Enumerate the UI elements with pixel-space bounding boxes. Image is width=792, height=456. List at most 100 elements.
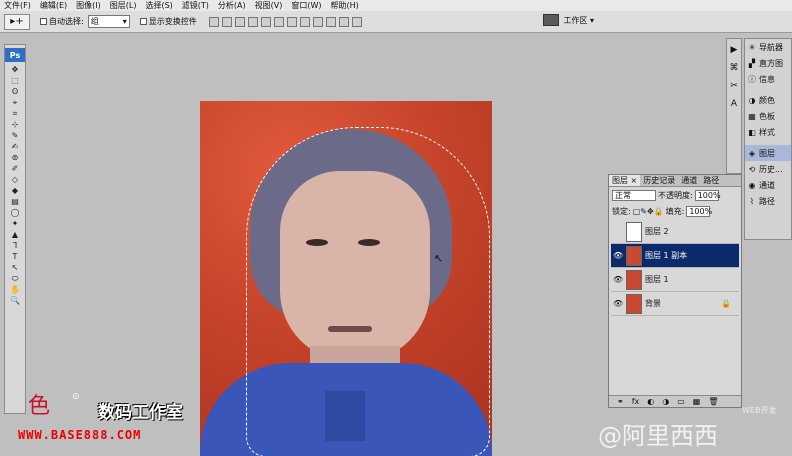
menu-item[interactable]: 图层(L) xyxy=(110,0,137,11)
dock-icon[interactable]: ▶ xyxy=(727,43,741,57)
panel-tab[interactable]: 通道 xyxy=(678,175,700,186)
tool-icon[interactable]: ⬭ xyxy=(5,273,25,284)
workspace-switcher[interactable]: 工作区 ▾ xyxy=(543,14,594,26)
layers-footer-icon[interactable]: ◑ xyxy=(662,397,669,406)
menu-item[interactable]: 选择(S) xyxy=(145,0,172,11)
watermark: @阿里西西 xyxy=(598,422,718,450)
tool-icon[interactable]: Ꞁ xyxy=(5,240,25,251)
chevron-down-icon: ▾ xyxy=(122,17,127,26)
visibility-eye-icon[interactable]: 👁 xyxy=(613,299,623,308)
layers-footer-icon[interactable]: ◐ xyxy=(647,397,654,406)
show-transform-checkbox[interactable]: 显示变换控件 xyxy=(139,16,197,27)
dock-item-channels[interactable]: ◉ 通道 xyxy=(745,177,791,193)
move-tool-icon[interactable]: ▸+ xyxy=(4,13,30,30)
menu-item[interactable]: 文件(F) xyxy=(4,0,31,11)
align-bottom-icon[interactable] xyxy=(234,16,245,27)
distribute-right-icon[interactable] xyxy=(351,16,362,27)
tool-icon[interactable]: ⊚ xyxy=(5,152,25,163)
tool-icon[interactable]: ⊹ xyxy=(5,119,25,130)
dock-label: 历史... xyxy=(759,164,783,174)
tool-icon[interactable]: ✦ xyxy=(5,218,25,229)
panel-tab[interactable]: 图层 × xyxy=(609,175,641,186)
workspace-label[interactable]: 工作区 ▾ xyxy=(563,15,594,26)
tool-icon[interactable]: ✐ xyxy=(5,163,25,174)
dock-item-navigator[interactable]: ✳ 导航器 xyxy=(745,39,791,55)
menu-item[interactable]: 分析(A) xyxy=(218,0,246,11)
checkbox-box[interactable] xyxy=(40,18,47,25)
auto-select-checkbox[interactable]: 自动选择: xyxy=(40,16,84,27)
tool-icon[interactable]: ◆ xyxy=(5,185,25,196)
panel-dock: ✳ 导航器 ▞ 直方图 ⓘ 信息 ◑ 颜色 ▦ 色板 ◧ 样式 ◈ 图层 ⟲ 历史... ◉ 通道… xyxy=(744,38,792,240)
layers-footer-icon[interactable]: ⚭ xyxy=(617,397,624,406)
tool-icon[interactable]: ʘ xyxy=(5,86,25,97)
distribute-left-icon[interactable] xyxy=(325,16,336,27)
distribute-top-icon[interactable] xyxy=(286,16,297,27)
tool-icon[interactable]: ✋ xyxy=(5,284,25,295)
visibility-eye-icon[interactable]: 👁 xyxy=(613,275,623,284)
align-left-icon[interactable] xyxy=(247,16,258,27)
menu-item[interactable]: 帮助(H) xyxy=(331,0,359,11)
distribute-vcenter-icon[interactable] xyxy=(299,16,310,27)
layers-footer-icon[interactable]: ▦ xyxy=(693,397,701,406)
blend-mode-select[interactable]: 正常 xyxy=(612,189,656,201)
opacity-input[interactable]: 100% xyxy=(694,189,721,201)
tool-icon[interactable]: ◯ xyxy=(5,207,25,218)
auto-select-dropdown[interactable]: 组 ▾ xyxy=(87,15,130,28)
align-right-icon[interactable] xyxy=(273,16,284,27)
align-vcenter-icon[interactable] xyxy=(221,16,232,27)
menu-item[interactable]: 滤镜(T) xyxy=(182,0,209,11)
layer-row[interactable]: 👁 图层 1 副本 xyxy=(611,244,739,268)
dock-item-histogram[interactable]: ▞ 直方图 xyxy=(745,55,791,71)
panel-tab[interactable]: 路径 xyxy=(700,175,722,186)
tool-icon[interactable]: ▤ xyxy=(5,196,25,207)
navigator-icon: ✳ xyxy=(748,42,756,52)
bridge-icon[interactable] xyxy=(543,14,560,26)
dock-item-info[interactable]: ⓘ 信息 xyxy=(745,71,791,87)
layer-row[interactable]: 图层 2 xyxy=(611,220,739,244)
tool-icon[interactable]: ↖ xyxy=(5,262,25,273)
layers-footer-icon[interactable]: fx xyxy=(632,397,640,406)
tool-icon[interactable]: ▲ xyxy=(5,229,25,240)
tool-icon[interactable]: T xyxy=(5,251,25,262)
tool-icon[interactable]: ◇ xyxy=(5,174,25,185)
layer-row[interactable]: 👁 背景 🔒 xyxy=(611,292,739,316)
document-canvas[interactable] xyxy=(200,101,492,456)
dock-item-swatches[interactable]: ▦ 色板 xyxy=(745,108,791,124)
dock-item-paths[interactable]: ⌇ 路径 xyxy=(745,193,791,209)
tool-icon[interactable]: ✎ xyxy=(5,130,25,141)
tool-icon[interactable]: ⬚ xyxy=(5,75,25,86)
align-hcenter-icon[interactable] xyxy=(260,16,271,27)
panel-tab[interactable]: 历史记录 xyxy=(640,175,678,186)
dock-item-history[interactable]: ⟲ 历史... xyxy=(745,161,791,177)
cursor-icon: ↖ xyxy=(434,252,444,265)
dock-item-styles[interactable]: ◧ 样式 xyxy=(745,124,791,140)
logo-name: 数码工作室 xyxy=(98,403,183,423)
menu-item[interactable]: 编辑(E) xyxy=(40,0,67,11)
align-top-icon[interactable] xyxy=(208,16,219,27)
menu-item[interactable]: 视图(V) xyxy=(255,0,283,11)
tool-icon[interactable]: ⌖ xyxy=(5,97,25,108)
logo-mark: 色 xyxy=(28,394,51,419)
layers-footer-icon[interactable]: ▭ xyxy=(677,397,685,406)
dock-icon[interactable]: ⌘ xyxy=(727,61,741,75)
tool-icon[interactable]: ✥ xyxy=(5,64,25,75)
menu-item[interactable]: 图像(I) xyxy=(76,0,101,11)
checkbox-box[interactable] xyxy=(139,18,147,25)
dock-icon[interactable]: ✂ xyxy=(727,79,741,93)
layer-row[interactable]: 👁 图层 1 xyxy=(611,268,739,292)
menu-item[interactable]: 窗口(W) xyxy=(291,0,321,11)
visibility-eye-icon[interactable]: 👁 xyxy=(613,251,623,260)
dock-item-color[interactable]: ◑ 颜色 xyxy=(745,92,791,108)
layer-list: 图层 2 👁 图层 1 副本 👁 图层 1 👁 背景 🔒 xyxy=(611,220,739,316)
tool-icon[interactable]: 🔍 xyxy=(5,295,25,306)
tool-icon[interactable]: ✍ xyxy=(5,141,25,152)
distribute-hcenter-icon[interactable] xyxy=(338,16,349,27)
fill-input[interactable]: 100% xyxy=(686,205,712,217)
auto-select-label: 自动选择: xyxy=(49,17,84,26)
tool-icon[interactable]: ⌗ xyxy=(5,108,25,119)
layers-footer-icon[interactable]: 🗑 xyxy=(708,397,718,406)
lock-icons[interactable]: ▢✎✥🔒 xyxy=(633,207,664,216)
dock-item-layers[interactable]: ◈ 图层 xyxy=(745,145,791,161)
distribute-bottom-icon[interactable] xyxy=(312,16,323,27)
dock-icon[interactable]: A xyxy=(727,97,741,111)
